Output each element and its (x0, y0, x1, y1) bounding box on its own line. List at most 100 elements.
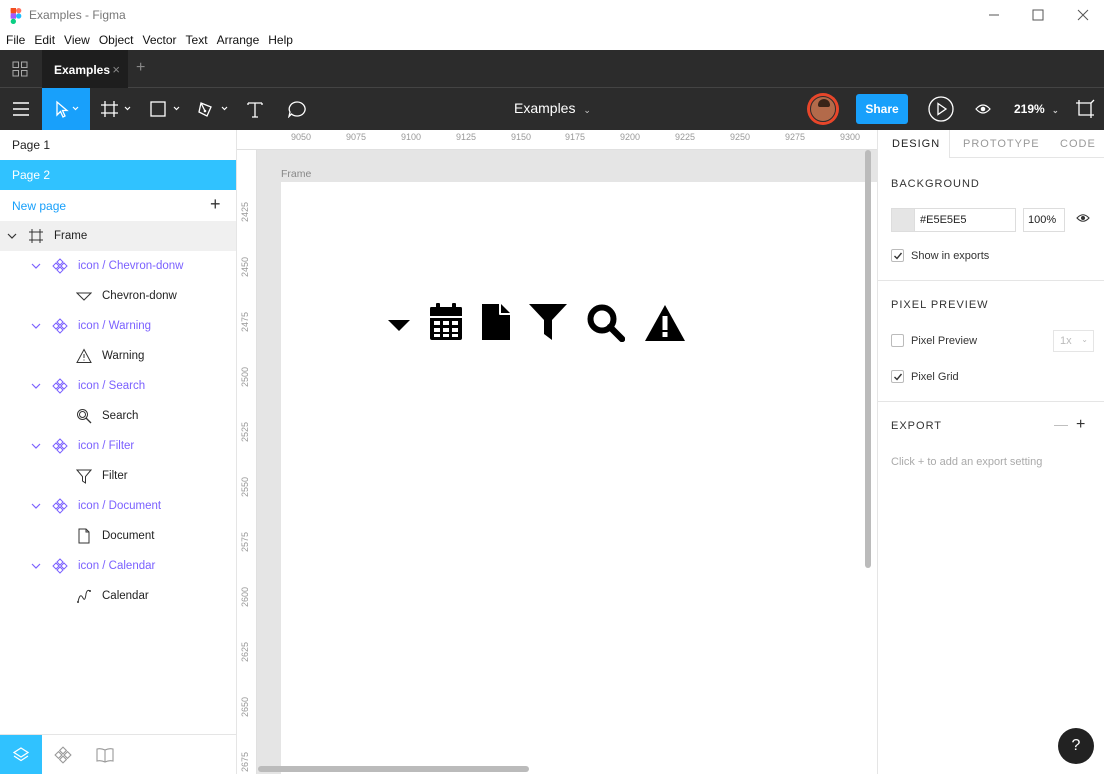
layer-vector-search[interactable]: Search (0, 401, 236, 431)
ruler-tick-label: 2475 (240, 311, 250, 332)
resize-to-fit-button[interactable] (1070, 88, 1100, 130)
eye-icon[interactable] (1076, 213, 1090, 223)
minimize-button[interactable] (984, 5, 1004, 25)
layer-vector-calendar[interactable]: Calendar (0, 581, 236, 611)
opacity-field[interactable]: 100% (1023, 208, 1065, 232)
chevron-down-icon[interactable] (387, 318, 411, 332)
chevron-down-icon[interactable] (31, 321, 41, 331)
warning-icon[interactable] (645, 305, 685, 341)
zoom-value: 219% (1014, 102, 1045, 116)
zoom-menu[interactable]: 219% ⌄ (1014, 102, 1059, 116)
horizontal-scrollbar[interactable] (258, 766, 529, 772)
page-item-page-1[interactable]: Page 1 (0, 130, 236, 160)
present-button[interactable] (926, 88, 956, 130)
ruler-tick-label: 2550 (240, 476, 250, 497)
layer-component-calendar[interactable]: icon / Calendar (0, 551, 236, 581)
frame[interactable] (281, 182, 877, 774)
layer-component-document[interactable]: icon / Document (0, 491, 236, 521)
menu-vector[interactable]: Vector (143, 33, 177, 47)
tab-layers[interactable] (0, 735, 42, 774)
menu-file[interactable]: File (6, 33, 25, 47)
frame-tool-button[interactable] (98, 88, 136, 130)
chevron-down-icon[interactable] (31, 261, 41, 271)
menu-edit[interactable]: Edit (34, 33, 55, 47)
main-menu-button[interactable] (0, 88, 42, 130)
layers-icon (13, 747, 29, 762)
chevron-down-icon[interactable] (7, 231, 17, 241)
tab-design[interactable]: DESIGN (892, 138, 940, 150)
pixel-grid-checkbox[interactable] (891, 370, 904, 383)
frame-tool-icon (101, 101, 131, 117)
chevron-down-icon[interactable] (31, 501, 41, 511)
layer-frame[interactable]: Frame (0, 221, 236, 251)
section-divider (878, 401, 1104, 402)
text-tool-button[interactable] (240, 88, 270, 130)
page-item-page-2[interactable]: Page 2 (0, 160, 236, 190)
filter-icon[interactable] (529, 304, 567, 340)
tab-separator (949, 130, 950, 158)
show-in-exports-checkbox[interactable] (891, 249, 904, 262)
layer-component-filter[interactable]: icon / Filter (0, 431, 236, 461)
vertical-scrollbar[interactable] (865, 150, 871, 568)
pixel-preview-scale-select[interactable]: 1x ⌄ (1053, 330, 1094, 352)
maximize-icon (1032, 9, 1044, 21)
document-icon[interactable] (482, 304, 510, 340)
menu-object[interactable]: Object (99, 33, 134, 47)
remove-export-button[interactable]: — (1054, 416, 1068, 432)
tab-code[interactable]: CODE (1060, 138, 1096, 150)
layer-vector-filter[interactable]: Filter (0, 461, 236, 491)
avatar[interactable] (807, 93, 839, 125)
chevron-down-icon[interactable] (31, 561, 41, 571)
tab-examples[interactable]: Examples × (42, 50, 128, 88)
layer-component-chevron[interactable]: icon / Chevron-donw (0, 251, 236, 281)
ruler-tick-label: 2600 (240, 586, 250, 607)
pen-tool-button[interactable] (194, 88, 234, 130)
menu-view[interactable]: View (64, 33, 90, 47)
layer-component-warning[interactable]: icon / Warning (0, 311, 236, 341)
new-page-link[interactable]: New page (12, 199, 66, 213)
view-settings-button[interactable] (970, 88, 996, 130)
canvas[interactable]: 9050 9075 9100 9125 9150 9175 9200 9225 … (237, 130, 877, 774)
show-in-exports-label: Show in exports (911, 250, 990, 262)
menu-arrange[interactable]: Arrange (217, 33, 260, 47)
maximize-button[interactable] (1028, 5, 1048, 25)
component-icon (52, 558, 68, 574)
minimize-icon (989, 14, 999, 16)
frame-label[interactable]: Frame (281, 168, 311, 180)
layer-vector-document[interactable]: Document (0, 521, 236, 551)
layer-label: Search (102, 410, 139, 422)
new-tab-button[interactable]: + (136, 59, 145, 77)
share-button[interactable]: Share (856, 94, 908, 124)
tab-components[interactable] (42, 735, 84, 774)
menu-text[interactable]: Text (186, 33, 208, 47)
chevron-down-icon: ⌄ (1052, 106, 1059, 115)
search-icon[interactable] (587, 304, 625, 342)
chevron-down-icon[interactable] (31, 441, 41, 451)
tab-team-library[interactable] (84, 735, 126, 774)
file-browser-icon[interactable] (12, 61, 28, 77)
add-export-button[interactable]: + (1076, 416, 1085, 434)
tab-prototype[interactable]: PROTOTYPE (963, 138, 1040, 150)
move-tool-button[interactable] (42, 88, 90, 130)
layer-vector-chevron[interactable]: Chevron-donw (0, 281, 236, 311)
add-page-button[interactable]: + (210, 194, 221, 215)
document-vector-icon (78, 528, 90, 544)
tab-close-icon[interactable]: × (112, 62, 120, 77)
checkmark-icon (894, 373, 903, 381)
tab-bar: Examples × + (0, 50, 1104, 88)
background-color-field[interactable]: #E5E5E5 (891, 208, 1016, 232)
chevron-down-icon[interactable] (31, 381, 41, 391)
menu-help[interactable]: Help (268, 33, 293, 47)
calendar-icon[interactable] (429, 303, 463, 341)
comment-tool-button[interactable] (282, 88, 312, 130)
shape-tool-button[interactable] (146, 88, 186, 130)
help-button[interactable]: ? (1058, 728, 1094, 764)
pixel-preview-checkbox[interactable] (891, 334, 904, 347)
color-swatch[interactable] (892, 209, 915, 231)
ruler-tick-label: 2450 (240, 256, 250, 277)
layer-component-search[interactable]: icon / Search (0, 371, 236, 401)
close-window-button[interactable] (1073, 5, 1093, 25)
document-title[interactable]: Examples ⌄ (514, 100, 591, 116)
layer-vector-warning[interactable]: Warning (0, 341, 236, 371)
ruler-tick-label: 2675 (240, 751, 250, 772)
